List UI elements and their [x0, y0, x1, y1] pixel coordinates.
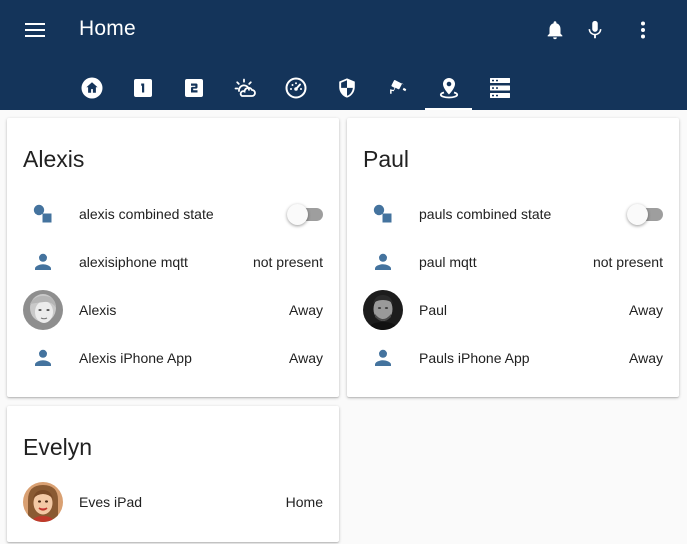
entity-row[interactable]: alexisiphone mqtt not present [23, 238, 323, 286]
account-icon [23, 338, 63, 378]
account-icon [23, 242, 63, 282]
card-title: Alexis [23, 146, 85, 172]
entity-name: Alexis iPhone App [79, 350, 192, 366]
entity-row[interactable]: pauls combined state [363, 190, 663, 238]
app-header: Home [0, 0, 687, 110]
page-title: Home [79, 17, 136, 40]
entity-row[interactable]: Pauls iPhone App Away [363, 334, 663, 382]
server-icon [489, 78, 510, 98]
account-icon [363, 242, 403, 282]
entity-state: Home [285, 494, 323, 510]
entity-name: Eves iPad [79, 494, 143, 510]
entity-state: Away [289, 350, 323, 366]
entity-row[interactable]: paul mqtt not present [363, 238, 663, 286]
more-vertical-icon[interactable] [630, 17, 656, 43]
avatar [23, 290, 63, 330]
tab-security[interactable] [321, 66, 372, 110]
gauge-icon [285, 77, 306, 99]
combined-state-toggle[interactable] [287, 204, 323, 225]
account-icon [363, 338, 403, 378]
card-title: Paul [363, 146, 410, 172]
tab-home[interactable] [66, 66, 117, 110]
entity-name: alexis combined state [79, 206, 214, 222]
combined-state-toggle[interactable] [627, 204, 663, 225]
tab-1[interactable] [117, 66, 168, 110]
bell-icon[interactable] [542, 17, 568, 43]
person-card-evelyn: Evelyn Eves iPad Home [7, 406, 339, 542]
tab-gauge[interactable] [270, 66, 321, 110]
entity-name: Paul [419, 302, 448, 318]
group-icon [363, 194, 403, 234]
entity-name: Pauls iPhone App [419, 350, 530, 366]
map-marker-icon [439, 78, 458, 99]
entity-row[interactable]: Alexis iPhone App Away [23, 334, 323, 382]
weather-sunset-icon [234, 78, 256, 97]
numeric-1-box-icon [133, 79, 152, 97]
view-tabs [66, 66, 525, 110]
tab-weather[interactable] [219, 66, 270, 110]
cctv-camera-icon [389, 80, 406, 94]
entity-name: alexisiphone mqtt [79, 254, 188, 270]
entity-row[interactable]: alexis combined state [23, 190, 323, 238]
entity-state: Away [289, 302, 323, 318]
security-shield-icon [338, 78, 355, 98]
group-icon [23, 194, 63, 234]
tab-map[interactable] [423, 66, 474, 110]
tab-camera[interactable] [372, 66, 423, 110]
tab-server[interactable] [474, 66, 525, 110]
entity-row[interactable]: Alexis Away [23, 286, 323, 334]
menu-icon[interactable] [22, 18, 48, 42]
entity-state: Away [629, 302, 663, 318]
avatar [363, 290, 403, 330]
entity-row[interactable]: Eves iPad Home [23, 478, 323, 526]
entity-state: not present [252, 254, 323, 270]
entity-state: Away [629, 350, 663, 366]
card-title: Evelyn [23, 434, 93, 460]
avatar [23, 482, 63, 522]
person-card-alexis: Alexis alexis combined state alexisiphon… [7, 118, 339, 397]
home-icon [81, 77, 102, 99]
entity-name: Alexis [79, 302, 117, 318]
entity-state: not present [592, 254, 663, 270]
entity-name: pauls combined state [419, 206, 552, 222]
microphone-icon[interactable] [582, 17, 608, 43]
numeric-2-box-icon [184, 79, 203, 97]
tab-2[interactable] [168, 66, 219, 110]
entity-row[interactable]: Paul Away [363, 286, 663, 334]
person-card-paul: Paul pauls combined state paul mqtt not … [347, 118, 679, 397]
entity-name: paul mqtt [419, 254, 477, 270]
